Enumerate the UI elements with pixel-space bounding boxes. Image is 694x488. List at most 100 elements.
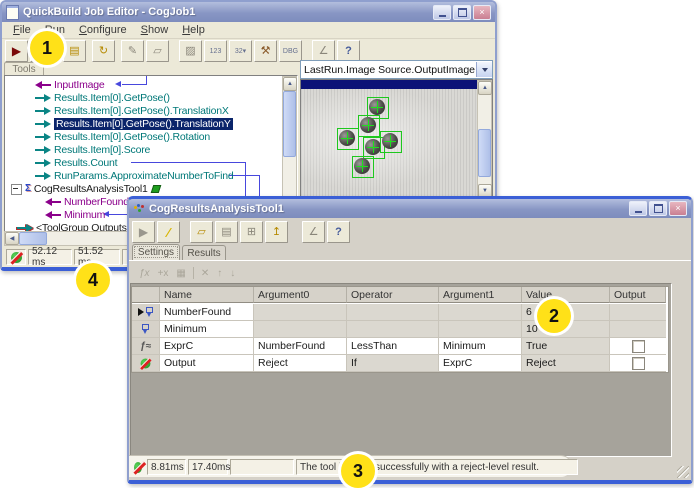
output-checkbox[interactable] xyxy=(632,357,645,370)
found-part-marker xyxy=(337,128,359,150)
connector-line xyxy=(146,76,147,85)
run-status-icon-panel xyxy=(6,249,26,265)
tree-item-getpose[interactable]: Results.Item[0].GetPose() xyxy=(35,92,170,104)
close-button[interactable]: × xyxy=(473,5,491,20)
name-cell[interactable]: Output xyxy=(160,355,254,372)
delete-icon[interactable]: ✕ xyxy=(201,268,209,279)
tree-item-minimum[interactable]: Minimum xyxy=(45,209,105,221)
move-up-icon[interactable]: ↑ xyxy=(217,268,222,279)
operator-cell[interactable]: LessThan xyxy=(347,338,439,355)
row-selector-cell[interactable] xyxy=(132,321,160,338)
tree-item-numberfound[interactable]: NumberFound xyxy=(45,196,129,208)
run-tool-button[interactable]: ▶ xyxy=(132,221,155,243)
scroll-up-icon[interactable]: ▲ xyxy=(283,77,297,91)
name-cell[interactable]: Minimum xyxy=(160,321,254,338)
tree-item-score[interactable]: Results.Item[0].Score xyxy=(35,144,150,156)
acquired-image[interactable] xyxy=(301,89,479,199)
table-row[interactable]: Output Reject If ExprC Reject xyxy=(132,355,668,372)
tab-divider xyxy=(129,260,691,261)
argument1-cell[interactable]: Minimum xyxy=(439,338,522,355)
tool-state-icon xyxy=(150,185,161,193)
help-button[interactable]: ? xyxy=(337,40,360,62)
input-arrow-icon xyxy=(45,198,61,206)
image-selector-dropdown[interactable]: LastRun.Image Source.OutputImage xyxy=(300,60,493,79)
tree-item-approximatenumbertofind[interactable]: RunParams.ApproximateNumberToFind xyxy=(35,170,234,182)
menu-configure[interactable]: Configure xyxy=(72,23,134,37)
resize-grip[interactable] xyxy=(677,466,689,478)
import-button[interactable]: ↥ xyxy=(265,221,288,243)
refresh-button[interactable]: ↻ xyxy=(92,40,115,62)
tree-item-rotation[interactable]: Results.Item[0].GetPose().Rotation xyxy=(35,131,210,143)
operator-cell[interactable]: If xyxy=(347,355,439,372)
tree-item-cogresultsanalysistool[interactable]: Σ CogResultsAnalysisTool1 xyxy=(11,183,160,195)
collapse-icon[interactable] xyxy=(11,184,22,195)
tree-item-translationy-selected[interactable]: Results.Item[0].GetPose().TranslationY xyxy=(35,118,233,130)
argument1-cell[interactable]: ExprC xyxy=(439,355,522,372)
edit-job-button[interactable]: ▨ xyxy=(179,40,202,62)
add-input-icon[interactable]: +x xyxy=(158,268,169,279)
tools-button[interactable]: ⚒ xyxy=(254,40,277,62)
scroll-up-icon[interactable]: ▲ xyxy=(478,81,492,95)
name-cell[interactable]: NumberFound xyxy=(160,304,254,321)
tree-hscrollbar[interactable]: ◀ xyxy=(4,231,130,246)
callout-1: 1 xyxy=(30,31,64,65)
operator-cell xyxy=(347,304,439,321)
row-selector-cell[interactable]: ƒ≈ xyxy=(132,338,160,355)
image-scrollbar[interactable]: ▲ ▼ xyxy=(477,80,492,199)
electric-edit-button[interactable]: ∕ xyxy=(157,221,180,243)
table-row[interactable]: Minimum 10 xyxy=(132,321,668,338)
brush-button[interactable]: ✎ xyxy=(121,40,144,62)
grid-icon[interactable]: ▦ xyxy=(176,268,185,279)
close-button[interactable]: × xyxy=(669,201,687,216)
scrollbar-thumb[interactable] xyxy=(19,232,47,245)
header-name: Name xyxy=(160,287,254,303)
main-titlebar[interactable]: QuickBuild Job Editor - CogJob1 × xyxy=(2,2,495,22)
tab-settings[interactable]: Settings xyxy=(132,244,180,260)
reject-icon xyxy=(141,358,151,368)
row-selector-cell[interactable] xyxy=(132,304,160,321)
output-arrow-icon xyxy=(35,94,51,102)
connector-line xyxy=(131,162,245,163)
scrollbar-thumb[interactable] xyxy=(283,91,296,157)
table-row[interactable]: ƒ≈ ExprC NumberFound LessThan Minimum Tr… xyxy=(132,338,668,355)
name-cell[interactable]: ExprC xyxy=(160,338,254,355)
maximize-button[interactable] xyxy=(649,201,667,216)
output-checkbox[interactable] xyxy=(632,340,645,353)
expression-grid: Name Argument0 Operator Argument1 Value … xyxy=(131,286,669,373)
tab-results[interactable]: Results xyxy=(182,245,226,261)
screenshot-stage: QuickBuild Job Editor - CogJob1 × File R… xyxy=(0,0,694,488)
save-button[interactable]: ▤ xyxy=(63,40,86,62)
eraser-button[interactable]: ▱ xyxy=(146,40,169,62)
fx-icon[interactable]: ƒx xyxy=(139,268,150,279)
menu-file[interactable]: File xyxy=(6,23,38,37)
argument0-cell[interactable]: Reject xyxy=(254,355,347,372)
move-down-icon[interactable]: ↓ xyxy=(230,268,235,279)
open-button[interactable]: ▱ xyxy=(190,221,213,243)
output-arrow-icon xyxy=(35,146,51,154)
row-selector-cell[interactable] xyxy=(132,355,160,372)
run-button[interactable]: ▶ xyxy=(5,40,28,62)
scroll-left-icon[interactable]: ◀ xyxy=(5,232,19,245)
argument1-cell xyxy=(439,304,522,321)
menu-show[interactable]: Show xyxy=(134,23,176,37)
measure-button[interactable]: ∠ xyxy=(312,40,335,62)
copy-button[interactable]: ⊞ xyxy=(240,221,263,243)
tree-item-inputimage[interactable]: InputImage xyxy=(35,79,105,91)
minimize-button[interactable] xyxy=(433,5,451,20)
tree-item-results-count[interactable]: Results.Count xyxy=(35,157,117,169)
grid-32-button[interactable]: 32▾ xyxy=(229,40,252,62)
save-button[interactable]: ▤ xyxy=(215,221,238,243)
menu-help[interactable]: Help xyxy=(175,23,212,37)
maximize-button[interactable] xyxy=(453,5,471,20)
tree-item-translationx[interactable]: Results.Item[0].GetPose().TranslationX xyxy=(35,105,229,117)
grid-dbg-button[interactable]: DBG xyxy=(279,40,302,62)
minimize-button[interactable] xyxy=(629,201,647,216)
chevron-down-icon[interactable] xyxy=(476,62,492,77)
argument0-cell[interactable]: NumberFound xyxy=(254,338,347,355)
grid-123-button[interactable]: 123 xyxy=(204,40,227,62)
help-button[interactable]: ? xyxy=(327,221,350,243)
tool-titlebar[interactable]: CogResultsAnalysisTool1 × xyxy=(129,199,691,218)
scrollbar-thumb[interactable] xyxy=(478,129,491,177)
pointer-button[interactable]: ∠ xyxy=(302,221,325,243)
table-row[interactable]: NumberFound 6 xyxy=(132,304,668,321)
